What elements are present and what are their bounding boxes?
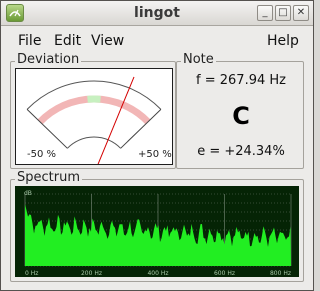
close-button[interactable]: ✕ [293,5,309,21]
error-readout: e = +24.34% [197,144,285,159]
spectrum-x-tick-label: 400 Hz [147,270,168,277]
menu-file[interactable]: File [18,33,41,49]
gauge-inner-arc [67,136,121,149]
spectrum-x-tick-label: 600 Hz [214,270,235,277]
note-name: C [232,102,250,130]
spectrum-x-tick-label: 800 Hz [270,270,291,277]
gauge-needle [93,76,135,175]
spectrum-x-tick-label: 200 Hz [81,270,102,277]
note-frame: Note f = 267.94 Hz C e = +24.34% [176,52,304,169]
title-bar[interactable]: lingot _ □ ✕ [1,1,313,26]
spectrum-frame: Spectrum dB 0 Hz 200 Hz 400 Hz 600 Hz 800 Hz [10,170,304,282]
gauge-min-label: -50 % [27,149,57,160]
deviation-label: Deviation [15,52,82,68]
frequency-readout: f = 267.94 Hz [196,73,286,88]
spectrum-display: dB 0 Hz 200 Hz 400 Hz 600 Hz 800 Hz [15,186,299,277]
note-label: Note [181,52,216,68]
minimize-button[interactable]: _ [257,5,273,21]
spectrum-label: Spectrum [15,170,82,186]
gauge-outer-arc [26,80,162,110]
close-icon: ✕ [296,7,306,18]
menu-edit[interactable]: Edit [54,33,81,49]
maximize-icon: □ [278,7,288,18]
spectrum-x-ticks: 0 Hz 200 Hz 400 Hz 600 Hz 800 Hz [25,270,291,277]
menu-help[interactable]: Help [267,33,299,49]
deviation-gauge: -50 % +50 % [15,68,173,175]
deviation-frame: Deviation -50 % +50 % [10,52,176,175]
gauge-max-label: +50 % [138,149,172,160]
spectrum-y-unit: dB [24,190,32,197]
menu-view[interactable]: View [91,33,124,49]
spectrum-plot: dB 0 Hz 200 Hz 400 Hz 600 Hz 800 Hz [24,190,292,277]
app-window: lingot _ □ ✕ File Edit View Help Deviati… [0,0,314,291]
minimize-icon: _ [262,7,268,18]
menu-bar: File Edit View Help [1,27,313,53]
spectrum-x-tick-label: 0 Hz [25,270,38,277]
maximize-button[interactable]: □ [275,5,291,21]
